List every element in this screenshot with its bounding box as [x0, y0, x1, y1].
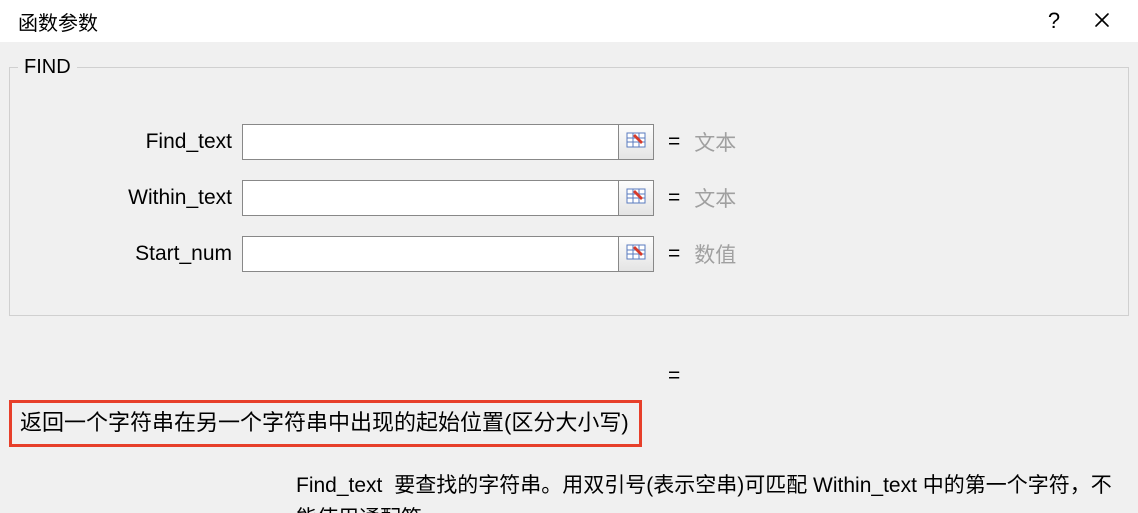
- find-text-input[interactable]: [242, 124, 618, 160]
- refedit-icon: [626, 130, 646, 155]
- param-type-value: 文本: [694, 127, 736, 157]
- dialog-content: FIND Find_text: [0, 42, 1138, 513]
- start-num-input[interactable]: [242, 236, 618, 272]
- param-input-wrap: [242, 236, 654, 272]
- param-type-value: 数值: [694, 239, 736, 269]
- param-input-wrap: [242, 124, 654, 160]
- refedit-icon: [626, 242, 646, 267]
- argument-text: 要查找的字符串。用双引号(表示空串)可匹配 Within_text 中的第一个字…: [296, 474, 1112, 513]
- param-row-within-text: Within_text: [10, 179, 1128, 217]
- dialog-titlebar: 函数参数 ?: [0, 0, 1138, 42]
- help-icon: ?: [1048, 8, 1060, 34]
- param-label: Find_text: [10, 130, 242, 154]
- refedit-icon: [626, 186, 646, 211]
- param-label: Within_text: [10, 186, 242, 210]
- function-description: 返回一个字符串在另一个字符串中出现的起始位置(区分大小写): [9, 400, 642, 447]
- function-group: FIND Find_text: [9, 56, 1129, 316]
- param-label: Start_num: [10, 242, 242, 266]
- help-button[interactable]: ?: [1030, 0, 1078, 42]
- refedit-button[interactable]: [618, 236, 654, 272]
- close-button[interactable]: [1078, 0, 1126, 42]
- param-row-find-text: Find_text: [10, 123, 1128, 161]
- close-icon: [1094, 8, 1110, 34]
- equals-sign: =: [668, 130, 680, 154]
- param-input-wrap: [242, 180, 654, 216]
- equals-sign: =: [668, 186, 680, 210]
- dialog-title: 函数参数: [18, 7, 98, 36]
- param-row-start-num: Start_num: [10, 235, 1128, 273]
- result-equals: =: [668, 364, 680, 388]
- param-rows: Find_text: [10, 123, 1128, 273]
- equals-sign: =: [668, 242, 680, 266]
- refedit-button[interactable]: [618, 180, 654, 216]
- refedit-button[interactable]: [618, 124, 654, 160]
- window-controls: ?: [1030, 0, 1126, 42]
- argument-name: Find_text: [296, 470, 382, 503]
- within-text-input[interactable]: [242, 180, 618, 216]
- function-group-legend: FIND: [18, 56, 77, 79]
- argument-description: Find_text 要查找的字符串。用双引号(表示空串)可匹配 Within_t…: [296, 470, 1114, 513]
- param-type-value: 文本: [694, 183, 736, 213]
